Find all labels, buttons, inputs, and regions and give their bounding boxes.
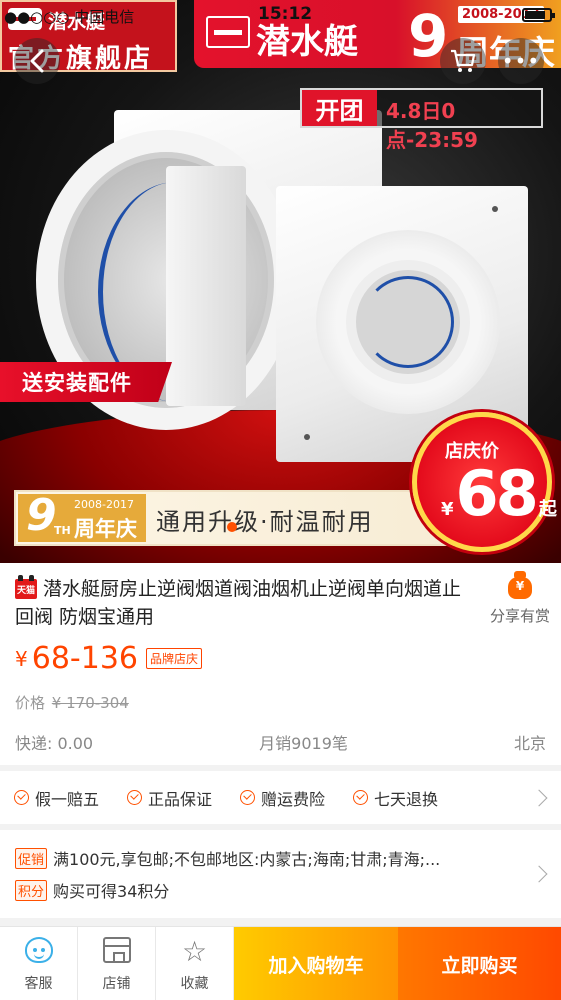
- back-arrow-icon: [30, 49, 44, 73]
- monthly-sales: 月销9019笔: [259, 734, 348, 753]
- product-page: 潜水艇 官方旗舰店 潜水艇 9 2008-2017 周年庆 ●●○○○ 中国电信…: [0, 0, 561, 1000]
- more-icon: •••: [501, 49, 541, 73]
- points-tag: 积分: [15, 879, 48, 901]
- group-buy-time: 4.8日0点-23:59: [386, 99, 478, 152]
- service-label: 正品保证: [148, 789, 213, 809]
- cart-icon: [451, 49, 476, 72]
- buy-now-button[interactable]: 立即购买: [398, 927, 561, 1000]
- seal-suffix: 起: [538, 499, 557, 520]
- favorite-button[interactable]: ☆ 收藏: [156, 927, 234, 1000]
- more-button[interactable]: •••: [498, 38, 544, 84]
- product-title: 潜水艇厨房止逆阀烟道阀油烟机止逆阀单向烟道止回阀 防烟宝通用: [15, 578, 462, 628]
- customer-service-label: 客服: [24, 976, 53, 992]
- check-icon: [14, 790, 29, 805]
- upgrade-banner: 9 TH 2008-2017 周年庆 通用升级·耐温耐用: [14, 490, 462, 546]
- cart-button[interactable]: [440, 38, 486, 84]
- screw: [304, 434, 310, 440]
- product-info: 天猫 潜水艇厨房止逆阀烟道阀油烟机止逆阀单向烟道止回阀 防烟宝通用 ¥ 分享有赏…: [0, 563, 561, 765]
- check-icon: [240, 790, 256, 805]
- promotion-tag: 促销: [15, 847, 48, 869]
- chevron-right-icon: [530, 789, 548, 806]
- shop-icon: [102, 937, 131, 963]
- large-valve-flap: [166, 166, 246, 406]
- share-reward-button[interactable]: ¥ 分享有赏: [480, 571, 560, 626]
- service-label: 七天退换: [374, 789, 439, 809]
- shipping-fee: 快递: 0.00: [15, 734, 94, 753]
- promotions-section[interactable]: 促销 满100元,享包邮;不包邮地区:内蒙古;海南;甘肃;青海;... 积分 购…: [0, 830, 561, 918]
- share-label: 分享有赏: [489, 607, 550, 625]
- points-line: 积分 购买可得34积分: [15, 878, 169, 902]
- badge-number: 9: [26, 490, 57, 541]
- price-row: ¥ 68-136 品牌店庆: [15, 641, 203, 676]
- status-time: 15:12: [258, 4, 313, 24]
- shop-label: 店铺: [102, 976, 131, 992]
- anniversary-badge: 9 TH 2008-2017 周年庆: [18, 490, 146, 542]
- original-price: ¥ 170-304: [51, 694, 129, 712]
- group-buy-label: 开团: [302, 90, 377, 126]
- group-buy-tag: 开团 4.8日0点-23:59: [300, 88, 543, 152]
- chevron-right-icon: [530, 865, 548, 883]
- check-icon: [127, 790, 143, 805]
- small-valve-seal-ring: [362, 276, 454, 368]
- price-currency: ¥: [15, 646, 28, 671]
- shop-button[interactable]: 店铺: [78, 927, 156, 1000]
- submarine-logo-icon: [206, 16, 250, 48]
- seal-amount: 68: [455, 457, 539, 530]
- favorite-label: 收藏: [180, 976, 209, 992]
- badge-years: 2008-2017: [74, 498, 134, 511]
- product-image-carousel[interactable]: 潜水艇 官方旗舰店 潜水艇 9 2008-2017 周年庆 ●●○○○ 中国电信…: [0, 0, 561, 563]
- service-item: 假一赔五: [14, 786, 99, 810]
- install-parts-ribbon: 送安装配件: [0, 362, 172, 402]
- add-to-cart-button[interactable]: 加入购物车: [234, 927, 398, 1000]
- customer-service-icon: [24, 937, 53, 963]
- service-item: 七天退换: [353, 786, 438, 810]
- share-bag-icon: ¥: [508, 571, 532, 599]
- original-price-label: 价格: [15, 694, 46, 712]
- check-icon: [353, 790, 369, 805]
- promotion-text: 满100元,享包邮;不包邮地区:内蒙古;海南;甘肃;青海;...: [53, 850, 441, 869]
- seal-currency: ¥: [441, 499, 454, 520]
- battery-icon: [522, 8, 555, 22]
- bottom-action-bar: 客服 店铺 ☆ 收藏 加入购物车 立即购买: [0, 926, 561, 1000]
- back-button[interactable]: [14, 38, 60, 84]
- service-label: 赠运费险: [261, 789, 326, 809]
- service-label: 假一赔五: [35, 789, 100, 809]
- meta-row: 快递: 0.00 月销9019笔 北京: [15, 730, 546, 754]
- brand-promo-badge: 品牌店庆: [146, 648, 203, 669]
- service-item: 正品保证: [127, 786, 212, 810]
- promotion-line: 促销 满100元,享包邮;不包邮地区:内蒙古;海南;甘肃;青海;...: [15, 846, 440, 870]
- star-icon: ☆: [181, 935, 208, 968]
- original-price-row: 价格 ¥ 170-304: [15, 692, 129, 713]
- service-item: 赠运费险: [240, 786, 325, 810]
- ship-from-location: 北京: [513, 734, 546, 753]
- status-carrier: ●●○○○ 中国电信: [4, 8, 135, 26]
- service-guarantees[interactable]: 假一赔五 正品保证 赠运费险 七天退换: [0, 771, 561, 824]
- customer-service-button[interactable]: 客服: [0, 927, 78, 1000]
- screw: [492, 206, 498, 212]
- points-text: 购买可得34积分: [53, 882, 170, 901]
- carousel-dot-active: [227, 522, 237, 532]
- price-range: 68-136: [31, 641, 138, 676]
- seal-price: ¥ 68 起: [441, 463, 557, 525]
- carousel-indicator: [0, 522, 561, 532]
